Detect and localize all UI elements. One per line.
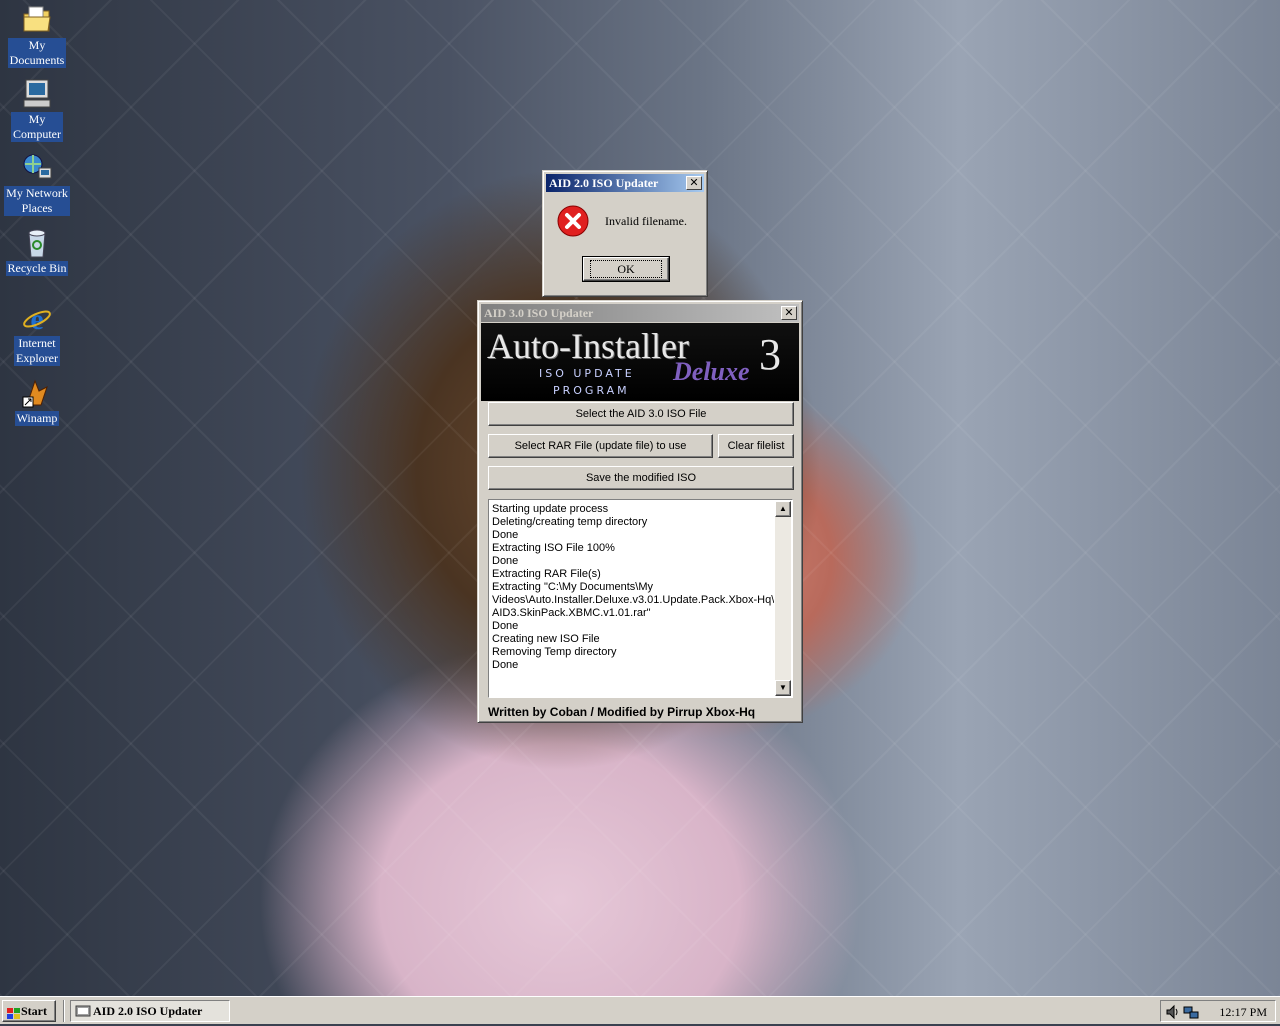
- close-icon: ✕: [784, 306, 794, 319]
- log-line: Starting update process: [492, 503, 609, 515]
- taskbar: Start AID 2.0 ISO Updater 12:17 PM: [0, 996, 1280, 1024]
- select-rar-button[interactable]: Select RAR File (update file) to use: [488, 434, 713, 458]
- ok-button-label: OK: [590, 260, 662, 278]
- winamp-icon: [21, 377, 53, 409]
- main-window-titlebar[interactable]: AID 3.0 ISO Updater ✕: [481, 304, 799, 322]
- footer-credits: Written by Coban / Modified by Pirrup Xb…: [488, 705, 756, 719]
- log-line: Removing Temp directory: [492, 646, 617, 658]
- desktop-icon-internet-explorer[interactable]: e Internet Explorer: [2, 302, 72, 366]
- error-dialog[interactable]: AID 2.0 ISO Updater ✕ Invalid filename. …: [542, 170, 708, 297]
- log-line: Creating new ISO File: [492, 633, 600, 645]
- clear-filelist-button[interactable]: Clear filelist: [718, 434, 794, 458]
- desktop-icon-my-documents[interactable]: My Documents: [2, 4, 72, 68]
- desktop-icon-recycle-bin[interactable]: Recycle Bin: [2, 227, 72, 276]
- log-line: Done: [492, 529, 519, 541]
- clock: 12:17 PM: [1219, 1005, 1267, 1019]
- desktop-icon-winamp[interactable]: Winamp: [2, 377, 72, 426]
- scroll-down-arrow-icon: ▼: [779, 683, 787, 692]
- banner-logo: Auto-Installer 3 Deluxe ISO UPDATE PROGR…: [481, 323, 799, 401]
- log-lines: Starting update process Deleting/creating…: [492, 503, 774, 672]
- windows-logo-icon: [7, 1006, 21, 1020]
- error-dialog-close-button[interactable]: ✕: [686, 176, 702, 190]
- select-iso-button[interactable]: Select the AID 3.0 ISO File: [488, 402, 794, 426]
- error-icon: [557, 205, 589, 237]
- scroll-up-arrow-icon: ▲: [779, 504, 787, 513]
- main-window-close-button[interactable]: ✕: [781, 306, 797, 320]
- log-textarea[interactable]: Starting update process Deleting/creating…: [488, 499, 793, 698]
- error-dialog-titlebar[interactable]: AID 2.0 ISO Updater ✕: [546, 174, 704, 192]
- banner-number: 3: [759, 330, 781, 379]
- scroll-down-button[interactable]: ▼: [775, 680, 791, 696]
- error-dialog-title: AID 2.0 ISO Updater: [549, 176, 659, 190]
- scroll-up-button[interactable]: ▲: [775, 501, 791, 517]
- error-message: Invalid filename.: [605, 214, 687, 228]
- log-line: AID3.SkinPack.XBMC.v1.01.rar": [492, 607, 651, 619]
- ok-button[interactable]: OK: [582, 256, 670, 282]
- network-icon: [21, 152, 53, 184]
- banner-deluxe: Deluxe: [673, 357, 750, 386]
- taskbar-task-aid2[interactable]: AID 2.0 ISO Updater: [70, 1000, 230, 1022]
- start-button[interactable]: Start: [2, 1000, 56, 1022]
- volume-icon[interactable]: [1165, 1004, 1181, 1020]
- taskbar-task-label: AID 2.0 ISO Updater: [93, 1004, 203, 1018]
- log-line: Done: [492, 555, 519, 567]
- taskbar-separator: [63, 1000, 65, 1022]
- recycle-bin-icon: [21, 227, 53, 259]
- internet-explorer-icon: e: [21, 302, 53, 336]
- main-window[interactable]: AID 3.0 ISO Updater ✕ Auto-Installer 3 D…: [477, 300, 803, 723]
- close-icon: ✕: [689, 176, 699, 189]
- folder-documents-icon: [21, 4, 53, 36]
- log-line: Extracting ISO File 100%: [492, 542, 615, 554]
- banner-line1: ISO UPDATE: [539, 367, 635, 380]
- desktop-icon-my-network-places[interactable]: My Network Places: [2, 152, 72, 216]
- banner-line2: PROGRAM: [553, 384, 630, 397]
- start-label: Start: [21, 1004, 47, 1018]
- save-iso-button[interactable]: Save the modified ISO: [488, 466, 794, 490]
- banner-title: Auto-Installer: [487, 326, 689, 366]
- log-line: Done: [492, 620, 519, 632]
- system-tray: 12:17 PM: [1160, 1000, 1276, 1022]
- app-icon: [75, 1004, 91, 1018]
- log-line: Videos\Auto.Installer.Deluxe.v3.01.Updat…: [492, 594, 774, 606]
- log-line: Done: [492, 659, 519, 671]
- computer-icon: [21, 78, 53, 110]
- svg-text:e: e: [30, 303, 43, 334]
- log-line: Deleting/creating temp directory: [492, 516, 648, 528]
- log-line: Extracting RAR File(s): [492, 568, 601, 580]
- desktop-icon-my-computer[interactable]: My Computer: [2, 78, 72, 142]
- log-line: Extracting "C:\My Documents\My: [492, 581, 653, 593]
- network-tray-icon[interactable]: [1183, 1004, 1199, 1020]
- main-window-title: AID 3.0 ISO Updater: [484, 306, 594, 320]
- log-scrollbar[interactable]: ▲ ▼: [775, 501, 791, 696]
